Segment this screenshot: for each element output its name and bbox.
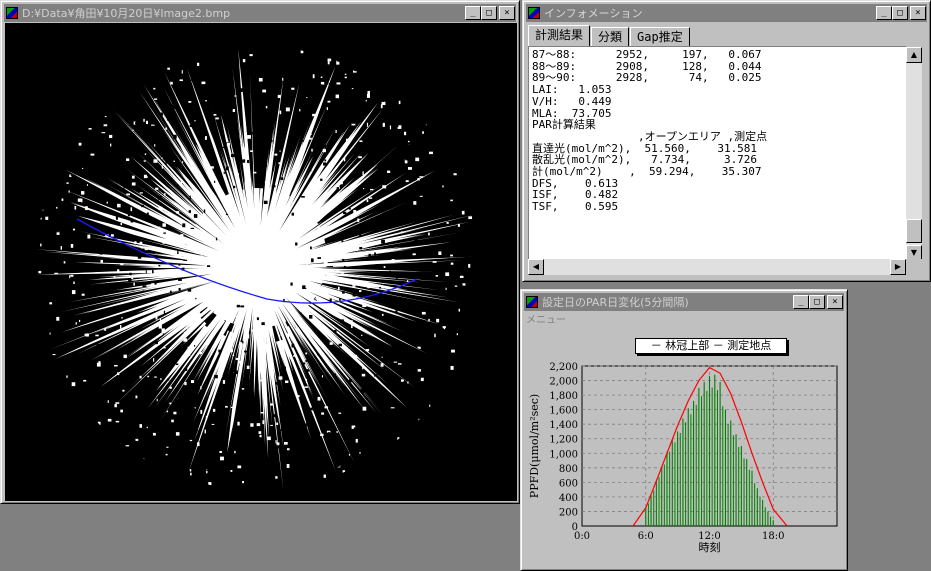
tab-classification[interactable]: 分類	[591, 27, 630, 46]
app-icon	[5, 6, 19, 20]
y-tick-label: 800	[559, 464, 578, 475]
scroll-corner	[906, 259, 922, 275]
y-tick-label: 2,000	[549, 377, 578, 388]
minimize-button[interactable]: _	[793, 295, 809, 309]
image-window-titlebar[interactable]: D:¥Data¥角田¥10月20日¥Image2.bmp _ □ ×	[4, 4, 516, 22]
x-tick-label: 6:0	[638, 531, 654, 542]
fisheye-image-canvas	[5, 23, 517, 501]
results-horizontal-scrollbar[interactable]: ◀ ▶	[528, 259, 906, 275]
result-line: TSF, 0.595	[532, 200, 619, 214]
scroll-left-arrow-icon[interactable]: ◀	[528, 259, 544, 275]
app-icon	[525, 295, 539, 309]
results-textbox[interactable]: 87～88: 2952, 197, 0.067 88～89: 2908, 128,…	[528, 46, 906, 260]
scroll-up-arrow-icon[interactable]: ▲	[906, 47, 922, 63]
result-line: V/H: 0.449	[532, 94, 612, 108]
results-vertical-scrollbar[interactable]: ▲ ▼	[906, 47, 922, 261]
scroll-thumb[interactable]	[906, 219, 922, 243]
y-tick-label: 1,000	[549, 449, 578, 460]
result-line: ,オープンエリア ,測定点	[532, 129, 768, 143]
y-tick-label: 2,200	[549, 362, 578, 373]
y-tick-label: 600	[559, 478, 578, 489]
maximize-button[interactable]: □	[809, 295, 825, 309]
x-tick-label: 18:0	[762, 531, 784, 542]
y-tick-label: 1,600	[549, 406, 578, 417]
info-tabs: 計測結果 分類 Gap推定	[528, 25, 691, 46]
info-window-title: インフォメーション	[544, 7, 643, 20]
par-window-titlebar[interactable]: 設定日のPAR日変化(5分間隔) _ □ ×	[524, 293, 844, 311]
maximize-button[interactable]: □	[892, 6, 908, 20]
chart-legend: － 林冠上部 － 測定地点	[635, 338, 787, 354]
result-line: 計(mol/m^2) , 59.294, 35.307	[532, 165, 762, 179]
result-line: 87～88: 2952, 197, 0.067	[532, 48, 762, 61]
close-button[interactable]: ×	[499, 6, 515, 20]
x-tick-label: 0:0	[574, 531, 590, 542]
app-icon	[527, 6, 541, 20]
tab-measurement-results[interactable]: 計測結果	[528, 25, 591, 46]
y-axis-label: PPFD(μmol/m²sec)	[528, 394, 541, 498]
par-chart-window[interactable]: 設定日のPAR日変化(5分間隔) _ □ × メニュー － 林冠上部 － 測定地…	[520, 289, 848, 571]
y-tick-label: 1,800	[549, 391, 578, 402]
info-window[interactable]: インフォメーション _ □ × 計測結果 分類 Gap推定 87～88: 295…	[522, 0, 931, 282]
x-axis-label: 時刻	[699, 540, 721, 554]
tab-gap-estimation[interactable]: Gap推定	[630, 27, 690, 46]
close-button[interactable]: ×	[910, 6, 926, 20]
close-button[interactable]: ×	[827, 295, 843, 309]
fisheye-photo	[5, 23, 517, 501]
image-window[interactable]: D:¥Data¥角田¥10月20日¥Image2.bmp _ □ ×	[0, 0, 520, 504]
scroll-right-arrow-icon[interactable]: ▶	[890, 259, 906, 275]
par-window-title: 設定日のPAR日変化(5分間隔)	[542, 296, 689, 309]
results-text: 87～88: 2952, 197, 0.067 88～89: 2908, 128,…	[529, 47, 906, 213]
par-chart: 02004006008001,0001,2001,4001,6001,8002,…	[528, 362, 838, 554]
maximize-button[interactable]: □	[481, 6, 497, 20]
minimize-button[interactable]: _	[465, 6, 481, 20]
image-window-title: D:¥Data¥角田¥10月20日¥Image2.bmp	[22, 7, 231, 20]
y-tick-label: 1,200	[549, 435, 578, 446]
info-window-titlebar[interactable]: インフォメーション _ □ ×	[526, 4, 927, 22]
menu-item[interactable]: メニュー	[524, 311, 566, 326]
y-tick-label: 200	[559, 507, 578, 518]
y-tick-label: 1,400	[549, 420, 578, 431]
y-tick-label: 400	[559, 493, 578, 504]
minimize-button[interactable]: _	[876, 6, 892, 20]
